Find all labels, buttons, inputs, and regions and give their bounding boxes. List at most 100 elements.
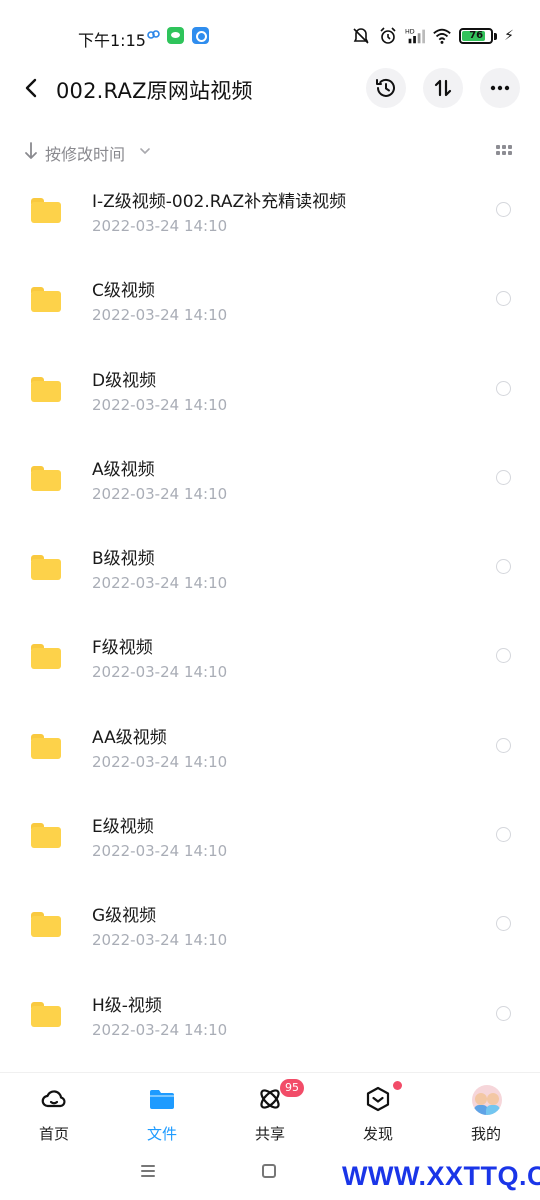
nav-home[interactable]: 首页 [0, 1083, 108, 1147]
home-icon[interactable] [262, 1164, 276, 1178]
battery-level: 76 [469, 30, 484, 41]
file-date: 2022-03-24 14:10 [92, 306, 228, 325]
nav-discover[interactable]: 发现 [324, 1083, 432, 1147]
select-radio[interactable] [496, 380, 511, 396]
file-date: 2022-03-24 14:10 [92, 842, 228, 861]
sort-direction-icon[interactable] [22, 141, 40, 161]
folder-icon [31, 823, 61, 849]
grid-view-icon[interactable] [496, 145, 512, 159]
list-item[interactable]: H级-视频 2022-03-24 14:10 [0, 984, 540, 1073]
file-date: 2022-03-24 14:10 [92, 752, 228, 771]
cloud-home-icon [41, 1090, 66, 1108]
alarm-icon [380, 27, 396, 44]
share-badge: 95 [280, 1079, 304, 1097]
nav-profile-label: 我的 [470, 1125, 501, 1143]
discover-notification-dot [393, 1081, 402, 1090]
page-title: 002.RAZ原网站视频 [56, 79, 253, 103]
sort-row: 按修改时间 [0, 138, 540, 166]
sort-button[interactable] [423, 68, 463, 108]
file-name: B级视频 [92, 549, 155, 570]
select-radio[interactable] [496, 737, 511, 753]
folder-icon [31, 644, 61, 670]
select-radio[interactable] [496, 916, 511, 932]
more-button[interactable] [480, 68, 520, 108]
file-date: 2022-03-24 14:10 [92, 217, 228, 235]
nav-home-label: 首页 [38, 1125, 69, 1143]
file-name: A级视频 [92, 459, 155, 480]
list-item[interactable]: AA级视频 2022-03-24 14:10 [0, 716, 540, 805]
hd-signal-icon: HD [405, 28, 426, 44]
folder-icon [150, 1090, 174, 1109]
status-icons: HD 76 ⚡ [351, 25, 514, 47]
folder-icon [31, 198, 61, 223]
more-icon [490, 85, 510, 91]
select-radio[interactable] [496, 291, 511, 307]
list-item[interactable]: F级视频 2022-03-24 14:10 [0, 626, 540, 715]
select-radio[interactable] [496, 648, 511, 664]
app-icon [192, 27, 209, 44]
list-item[interactable]: D级视频 2022-03-24 14:10 [0, 359, 540, 448]
sort-icon [434, 79, 452, 97]
folder-icon [31, 376, 61, 402]
cloud-icon [147, 30, 160, 39]
file-name: E级视频 [92, 817, 154, 838]
file-list: I-Z级视频-002.RAZ补充精读视频 2022-03-24 14:10 C级… [0, 180, 540, 1073]
folder-icon [31, 1001, 61, 1027]
file-name: F级视频 [92, 638, 153, 659]
list-item[interactable]: C级视频 2022-03-24 14:10 [0, 269, 540, 358]
charging-icon: ⚡ [504, 28, 514, 44]
status-bar: 下午1:15 HD 76 ⚡ [0, 0, 540, 72]
file-date: 2022-03-24 14:10 [92, 395, 228, 414]
app-screen: 下午1:15 HD 76 ⚡ 002.RAZ原网站视频 按修改时间 I-Z级视频… [0, 0, 540, 1200]
watermark: WWW.XXTTQ.COM [342, 1161, 540, 1191]
file-date: 2022-03-24 14:10 [92, 484, 228, 503]
folder-icon [31, 555, 61, 581]
file-name: C级视频 [92, 281, 155, 302]
file-name: I-Z级视频-002.RAZ补充精读视频 [92, 192, 347, 212]
file-name: AA级视频 [92, 727, 167, 748]
select-radio[interactable] [496, 559, 511, 575]
folder-icon [31, 465, 61, 491]
nav-discover-label: 发现 [362, 1125, 393, 1143]
system-nav-bar: WWW.XXTTQ.COM [0, 1150, 540, 1200]
wechat-icon [167, 27, 184, 44]
wifi-icon [433, 28, 451, 44]
nav-share[interactable]: 共享 [216, 1083, 324, 1147]
file-date: 2022-03-24 14:10 [92, 663, 228, 682]
svg-text:HD: HD [405, 28, 415, 35]
nav-files-label: 文件 [146, 1125, 177, 1143]
folder-icon [31, 287, 61, 313]
nav-files[interactable]: 文件 [108, 1083, 216, 1147]
file-date: 2022-03-24 14:10 [92, 574, 228, 593]
header: 002.RAZ原网站视频 [0, 64, 540, 112]
history-icon [376, 78, 395, 97]
back-icon[interactable] [18, 74, 46, 102]
file-date: 2022-03-24 14:10 [92, 1020, 228, 1039]
select-radio[interactable] [496, 202, 511, 217]
discover-icon [366, 1086, 390, 1112]
list-item[interactable]: I-Z级视频-002.RAZ补充精读视频 2022-03-24 14:10 [0, 180, 540, 269]
list-item[interactable]: E级视频 2022-03-24 14:10 [0, 805, 540, 894]
file-name: H级-视频 [92, 995, 162, 1016]
history-button[interactable] [366, 68, 406, 108]
avatar-icon [472, 1085, 502, 1115]
bottom-nav: 首页 文件 共享 95 发现 我的 [0, 1072, 540, 1150]
select-radio[interactable] [496, 1005, 511, 1021]
file-name: D级视频 [92, 370, 157, 391]
mute-icon [353, 28, 369, 44]
battery-cap [494, 32, 498, 40]
folder-icon [31, 733, 61, 759]
nav-share-label: 共享 [254, 1125, 285, 1143]
chevron-down-icon[interactable] [139, 145, 151, 157]
status-time: 下午1:15 [78, 31, 146, 50]
battery-icon: 76 [459, 28, 494, 44]
list-item[interactable]: A级视频 2022-03-24 14:10 [0, 448, 540, 537]
list-item[interactable]: B级视频 2022-03-24 14:10 [0, 537, 540, 626]
sort-label[interactable]: 按修改时间 [45, 141, 125, 165]
select-radio[interactable] [496, 469, 511, 485]
select-radio[interactable] [496, 827, 511, 843]
menu-icon[interactable] [141, 1165, 155, 1177]
nav-profile[interactable]: 我的 [432, 1083, 540, 1147]
list-item[interactable]: G级视频 2022-03-24 14:10 [0, 894, 540, 983]
file-name: G级视频 [92, 906, 157, 927]
